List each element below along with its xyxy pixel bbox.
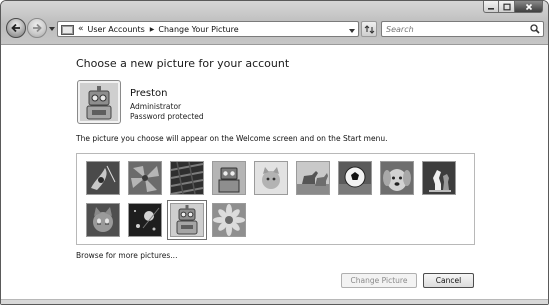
leaves-picture-icon (129, 162, 161, 194)
soccer-ball-picture[interactable] (338, 161, 372, 195)
chevron-down-icon (49, 27, 55, 31)
breadcrumb-separator-icon[interactable]: ▶ (150, 26, 155, 33)
flower-picture[interactable] (212, 203, 246, 237)
search-box[interactable]: Search (381, 21, 544, 37)
refresh-button[interactable] (361, 21, 377, 37)
recent-pages-dropdown[interactable] (48, 25, 56, 33)
address-bar[interactable]: « User Accounts ▶ Change Your Picture (57, 21, 359, 37)
texture-picture[interactable] (170, 161, 204, 195)
password-status: Password protected (130, 112, 204, 121)
soccer-ball-picture-icon (339, 162, 371, 194)
back-arrow-icon (11, 23, 20, 33)
puppy-picture-icon (381, 162, 413, 194)
change-picture-button[interactable]: Change Picture (341, 273, 417, 288)
robot-avatar-icon (80, 83, 118, 121)
cancel-button[interactable]: Cancel (423, 273, 474, 288)
picture-info-text: The picture you choose will appear on th… (76, 134, 388, 143)
user-role: Administrator (130, 102, 182, 111)
change-picture-window: « User Accounts ▶ Change Your Picture Se… (0, 0, 549, 305)
sparkles-picture-icon (129, 204, 161, 236)
page-title: Choose a new picture for your account (76, 57, 290, 70)
robot-toy-picture-icon (171, 204, 203, 236)
back-button[interactable] (6, 18, 26, 38)
close-button[interactable] (515, 1, 543, 13)
browse-more-pictures-link[interactable]: Browse for more pictures... (76, 251, 177, 260)
minimize-button[interactable] (483, 1, 499, 13)
breadcrumb-change-your-picture[interactable]: Change Your Picture (158, 25, 238, 34)
texture-picture-icon (171, 162, 203, 194)
chess-picture-icon (423, 162, 455, 194)
breadcrumb-user-accounts[interactable]: User Accounts (88, 25, 145, 34)
search-icon[interactable] (530, 24, 540, 36)
minimize-icon (488, 7, 494, 10)
horses-picture-icon (297, 162, 329, 194)
picture-gallery (76, 153, 475, 245)
guitar-picture-icon (87, 162, 119, 194)
robot-toy-picture[interactable] (167, 200, 207, 240)
robot-picture[interactable] (212, 161, 246, 195)
puppy-picture[interactable] (380, 161, 414, 195)
user-name: Preston (130, 88, 168, 99)
window-bottom-border (1, 299, 548, 304)
control-panel-folder-icon (61, 23, 75, 35)
caption-buttons (483, 1, 543, 13)
chess-picture[interactable] (422, 161, 456, 195)
current-user-picture (77, 80, 121, 124)
guitar-picture[interactable] (86, 161, 120, 195)
refresh-icon (364, 24, 374, 34)
maximize-button[interactable] (499, 1, 515, 13)
forward-button[interactable] (27, 18, 47, 38)
sparkles-picture[interactable] (128, 203, 162, 237)
flower-picture-icon (213, 204, 245, 236)
cat-picture-icon (87, 204, 119, 236)
close-icon (525, 3, 532, 10)
forward-arrow-icon (33, 23, 42, 33)
address-dropdown-icon[interactable] (349, 26, 355, 35)
cat-picture[interactable] (86, 203, 120, 237)
navigation-bar: « User Accounts ▶ Change Your Picture Se… (1, 1, 548, 45)
breadcrumb-overflow[interactable]: « (78, 24, 84, 34)
robot-picture-icon (213, 162, 245, 194)
kitten-picture-icon (255, 162, 287, 194)
search-placeholder[interactable]: Search (386, 25, 414, 34)
leaves-picture[interactable] (128, 161, 162, 195)
kitten-picture[interactable] (254, 161, 288, 195)
horses-picture[interactable] (296, 161, 330, 195)
maximize-icon (502, 3, 511, 10)
